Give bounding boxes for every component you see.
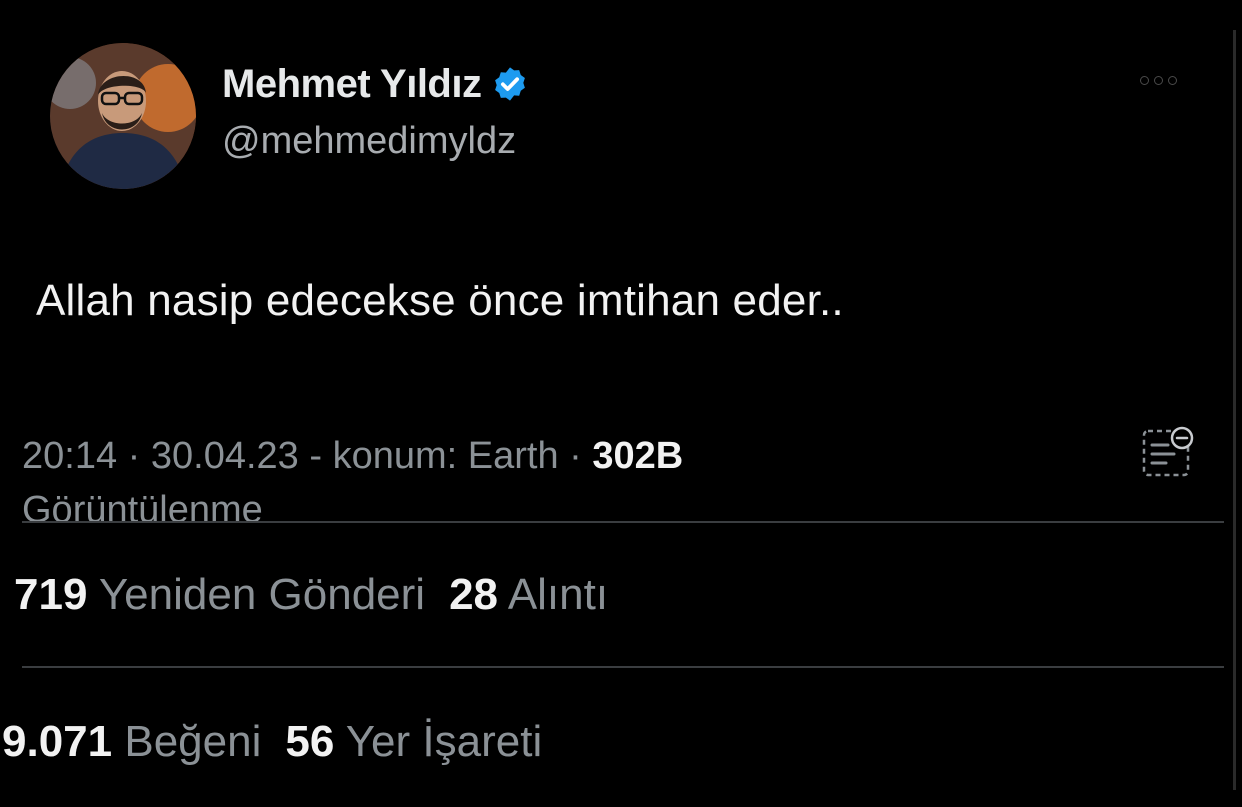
reposts-link[interactable]: 719 Yeniden Gönderi xyxy=(14,570,425,619)
tweet-screen: Mehmet Yıldız @mehmedimyldz Allah nasip … xyxy=(0,0,1242,807)
divider xyxy=(22,666,1224,668)
handle[interactable]: @mehmedimyldz xyxy=(222,120,529,163)
more-dot xyxy=(1168,76,1177,85)
more-dot xyxy=(1154,76,1163,85)
likes-count: 9.071 xyxy=(2,717,113,766)
avatar[interactable] xyxy=(50,43,196,189)
tweet-date[interactable]: 30.04.23 xyxy=(151,435,299,477)
bookmarks-label: Yer İşareti xyxy=(345,717,543,766)
tweet-text: Allah nasip edecekse önce imtihan eder.. xyxy=(36,276,844,325)
analytics-icon[interactable] xyxy=(1138,423,1196,481)
bookmarks-count: 56 xyxy=(285,717,335,766)
bookmarks-link[interactable]: 56 Yer İşareti xyxy=(285,717,542,766)
reposts-count: 719 xyxy=(14,570,88,619)
quotes-count: 28 xyxy=(449,570,499,619)
tweet-location: konum: Earth xyxy=(332,435,559,477)
display-name[interactable]: Mehmet Yıldız xyxy=(222,62,482,107)
name-row: Mehmet Yıldız xyxy=(222,58,529,110)
views-label: Görüntülenme xyxy=(22,489,263,531)
more-icon[interactable] xyxy=(1140,76,1177,85)
views-count: 302B xyxy=(592,435,684,477)
likes-link[interactable]: 9.071 Beğeni xyxy=(2,717,261,766)
quotes-link[interactable]: 28 Alıntı xyxy=(449,570,608,619)
scrollbar[interactable] xyxy=(1233,30,1236,790)
more-dot xyxy=(1140,76,1149,85)
author-block[interactable]: Mehmet Yıldız @mehmedimyldz xyxy=(222,58,529,163)
reposts-label: Yeniden Gönderi xyxy=(98,570,426,619)
likes-label: Beğeni xyxy=(124,717,262,766)
avatar-photo xyxy=(50,43,196,189)
repost-stats: 719 Yeniden Gönderi 28 Alıntı xyxy=(14,570,608,620)
quotes-label: Alıntı xyxy=(507,570,609,619)
like-stats: 9.071 Beğeni 56 Yer İşareti xyxy=(2,717,542,767)
divider xyxy=(22,521,1224,523)
tweet-time[interactable]: 20:14 xyxy=(22,435,117,477)
verified-badge-icon xyxy=(491,65,529,103)
